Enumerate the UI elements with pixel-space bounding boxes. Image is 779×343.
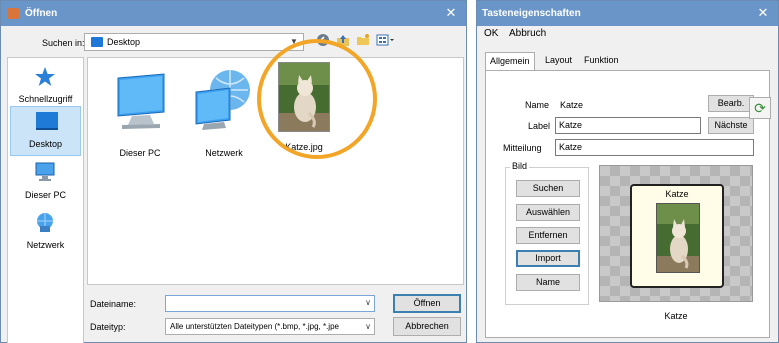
look-in-value: Desktop xyxy=(107,37,141,47)
new-folder-icon[interactable] xyxy=(355,33,371,49)
computer-icon xyxy=(34,162,56,182)
place-label: Dieser PC xyxy=(24,190,66,200)
tab-function[interactable]: Funktion xyxy=(580,52,623,70)
place-label: Schnellzugriff xyxy=(18,94,73,104)
look-in-label: Suchen in: xyxy=(42,38,85,48)
open-dialog-titlebar[interactable]: Öffnen ✕ xyxy=(1,1,466,26)
file-list: Dieser PC Netzwerk Katze.jpg xyxy=(87,57,464,285)
cancel-button[interactable]: Abbrechen xyxy=(393,317,461,336)
tab-layout[interactable]: Layout xyxy=(541,52,576,70)
view-menu-icon[interactable] xyxy=(375,33,397,49)
place-network[interactable]: Netzwerk xyxy=(10,208,81,258)
preview-key-label: Katze xyxy=(665,189,689,199)
network-icon xyxy=(34,212,56,232)
select-image-button[interactable]: Auswählen xyxy=(516,204,580,221)
name-image-button[interactable]: Name xyxy=(516,274,580,291)
key-properties-dialog: Tasteneigenschaften ✕ OK Abbruch Allgeme… xyxy=(476,0,779,343)
place-this-pc[interactable]: Dieser PC xyxy=(10,158,81,208)
app-icon xyxy=(7,8,19,19)
message-input[interactable]: Katze xyxy=(555,139,754,156)
open-dialog-title: Öffnen xyxy=(25,8,58,19)
file-item-label: Netzwerk xyxy=(205,148,243,158)
filetype-combobox[interactable]: Alle unterstützten Dateitypen (*.bmp, *.… xyxy=(165,318,375,335)
refresh-icon[interactable]: ⟳ xyxy=(749,97,771,119)
chevron-down-icon[interactable]: ∨ xyxy=(365,322,371,331)
computer-icon xyxy=(108,72,174,136)
place-quick-access[interactable]: Schnellzugriff xyxy=(10,62,81,112)
label-input[interactable]: Katze xyxy=(555,117,701,134)
file-item-label: Katze.jpg xyxy=(285,142,323,152)
desktop-folder-icon xyxy=(91,37,103,47)
chevron-down-icon[interactable]: ▼ xyxy=(288,35,300,49)
file-item-label: Dieser PC xyxy=(119,148,161,158)
properties-titlebar[interactable]: Tasteneigenschaften ✕ xyxy=(477,1,778,26)
look-in-combobox[interactable]: Desktop ▼ xyxy=(84,33,304,51)
next-button[interactable]: Nächste xyxy=(708,117,754,134)
filetype-label: Dateityp: xyxy=(90,322,126,332)
cat-image-thumbnail xyxy=(278,62,330,132)
menu-cancel[interactable]: Abbruch xyxy=(509,28,546,39)
menu-bar: OK Abbruch xyxy=(477,26,778,42)
place-desktop[interactable]: Desktop xyxy=(10,106,81,156)
general-tab-panel: Name Katze Bearb. Label Katze Nächste Mi… xyxy=(485,70,770,338)
menu-ok[interactable]: OK xyxy=(484,28,498,39)
open-dialog: Öffnen ✕ Suchen in: Desktop ▼ Schnellzug… xyxy=(0,0,467,343)
open-button[interactable]: Öffnen xyxy=(393,294,461,313)
key-preview: Katze xyxy=(599,165,753,302)
place-label: Netzwerk xyxy=(26,240,65,250)
image-group-label: Bild xyxy=(510,161,530,171)
label-label: Label xyxy=(528,121,551,131)
filename-label: Dateiname: xyxy=(90,299,137,309)
name-label: Name xyxy=(525,100,550,110)
message-label: Mitteilung xyxy=(503,143,542,153)
close-icon[interactable]: ✕ xyxy=(756,6,770,20)
cat-image-preview xyxy=(656,203,700,273)
filename-input[interactable]: ∨ xyxy=(165,295,375,312)
remove-image-button[interactable]: Entfernen xyxy=(516,227,580,244)
close-icon[interactable]: ✕ xyxy=(444,6,458,20)
image-group: Bild Suchen Auswählen Entfernen Import N… xyxy=(505,161,589,305)
edit-button[interactable]: Bearb. xyxy=(708,95,754,112)
place-label: Desktop xyxy=(28,139,63,149)
tab-general[interactable]: Allgemein xyxy=(485,52,535,72)
search-image-button[interactable]: Suchen xyxy=(516,180,580,197)
preview-caption: Katze xyxy=(664,311,688,321)
back-icon[interactable] xyxy=(315,33,331,49)
filetype-value: Alle unterstützten Dateitypen (*.bmp, *.… xyxy=(170,322,339,331)
chevron-down-icon[interactable]: ∨ xyxy=(365,298,371,307)
network-icon xyxy=(190,68,260,136)
preview-key: Katze xyxy=(630,184,724,288)
places-bar: Schnellzugriff Desktop Dieser PC Netzwer… xyxy=(7,57,84,343)
name-value: Katze xyxy=(560,100,584,110)
star-icon xyxy=(34,66,56,86)
desktop-icon xyxy=(35,111,58,131)
import-image-button[interactable]: Import xyxy=(516,250,580,267)
up-folder-icon[interactable] xyxy=(335,33,351,49)
properties-title: Tasteneigenschaften xyxy=(482,8,581,19)
